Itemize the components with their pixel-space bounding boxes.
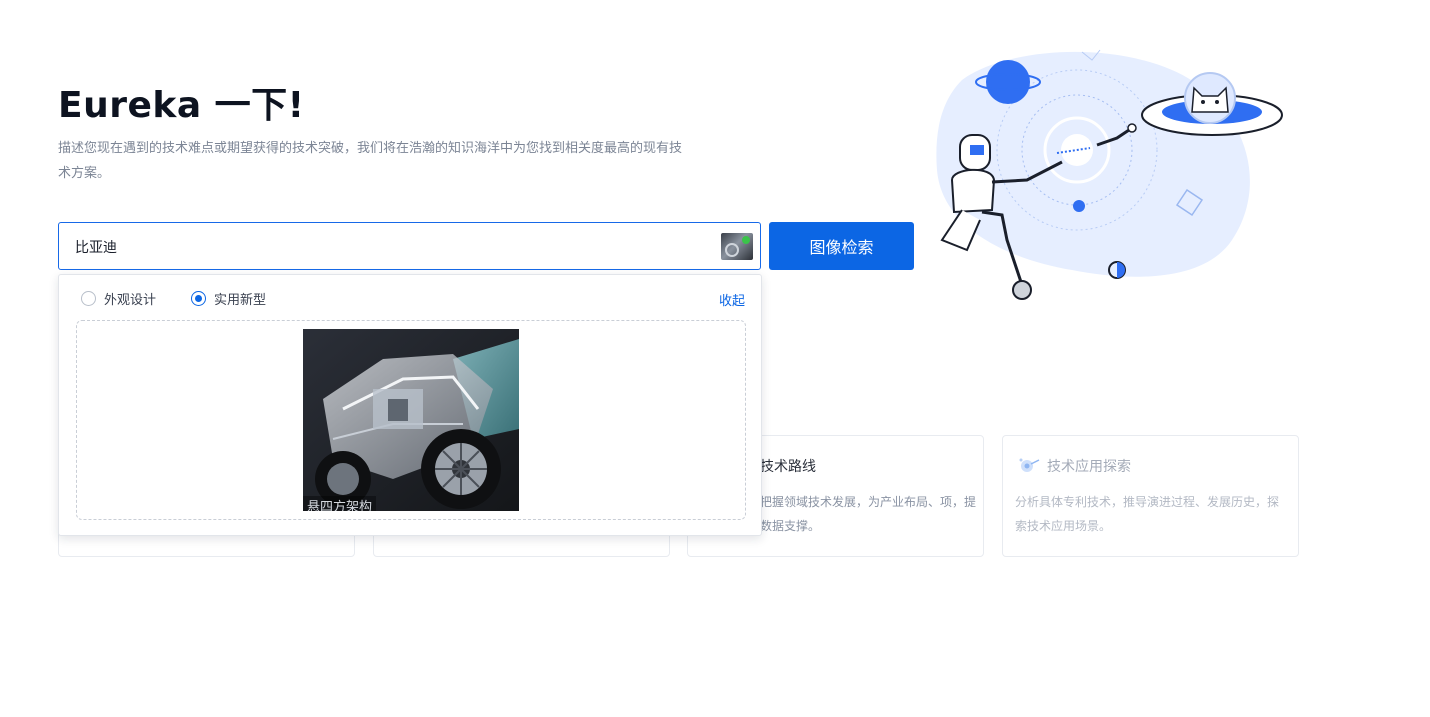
image-caption: 悬四方架构 bbox=[303, 496, 377, 511]
page-title: Eureka 一下! bbox=[58, 85, 305, 126]
card-description: 员把握领域技术发展，为产业布局、项，提供数据支撑。 bbox=[748, 495, 977, 533]
radio-label: 外观设计 bbox=[104, 292, 157, 308]
radio-label: 实用新型 bbox=[214, 292, 267, 308]
uploaded-image-thumbnail[interactable] bbox=[721, 233, 753, 260]
card-description: 分析具体专利技术，推导演进过程、发展历史，探索技术应用场景。 bbox=[1015, 495, 1280, 533]
uploaded-car-chassis-image: 悬四方架构 bbox=[303, 329, 519, 511]
radio-circle[interactable] bbox=[191, 290, 206, 306]
image-search-panel: 外观设计 实用新型 收起 悬四方架构 bbox=[58, 274, 762, 536]
radio-design[interactable]: 外观设计 bbox=[81, 290, 157, 308]
image-search-button[interactable]: 图像检索 bbox=[769, 222, 914, 270]
upload-area[interactable]: 悬四方架构 bbox=[76, 320, 746, 520]
card-title: 技术应用探索 bbox=[1047, 459, 1131, 475]
feature-card-tech-application[interactable]: 技术应用探索 分析具体专利技术，推导演进过程、发展历史，探索技术应用场景。 bbox=[1002, 435, 1299, 557]
card-title: 技术路线 bbox=[760, 459, 816, 475]
radio-utility-model[interactable]: 实用新型 bbox=[191, 290, 267, 308]
car-chassis-illustration bbox=[303, 329, 519, 511]
status-dot-icon bbox=[742, 236, 750, 244]
search-box[interactable] bbox=[58, 222, 761, 270]
page-description: 描述您现在遇到的技术难点或期望获得的技术突破，我们将在浩瀚的知识海洋中为您找到相… bbox=[58, 141, 683, 181]
collapse-link[interactable]: 收起 bbox=[719, 290, 745, 309]
satellite-icon bbox=[1019, 458, 1040, 472]
radio-circle[interactable] bbox=[81, 290, 96, 306]
robot-and-cat-ufo-illustration bbox=[936, 49, 1283, 300]
search-input[interactable] bbox=[75, 236, 675, 258]
